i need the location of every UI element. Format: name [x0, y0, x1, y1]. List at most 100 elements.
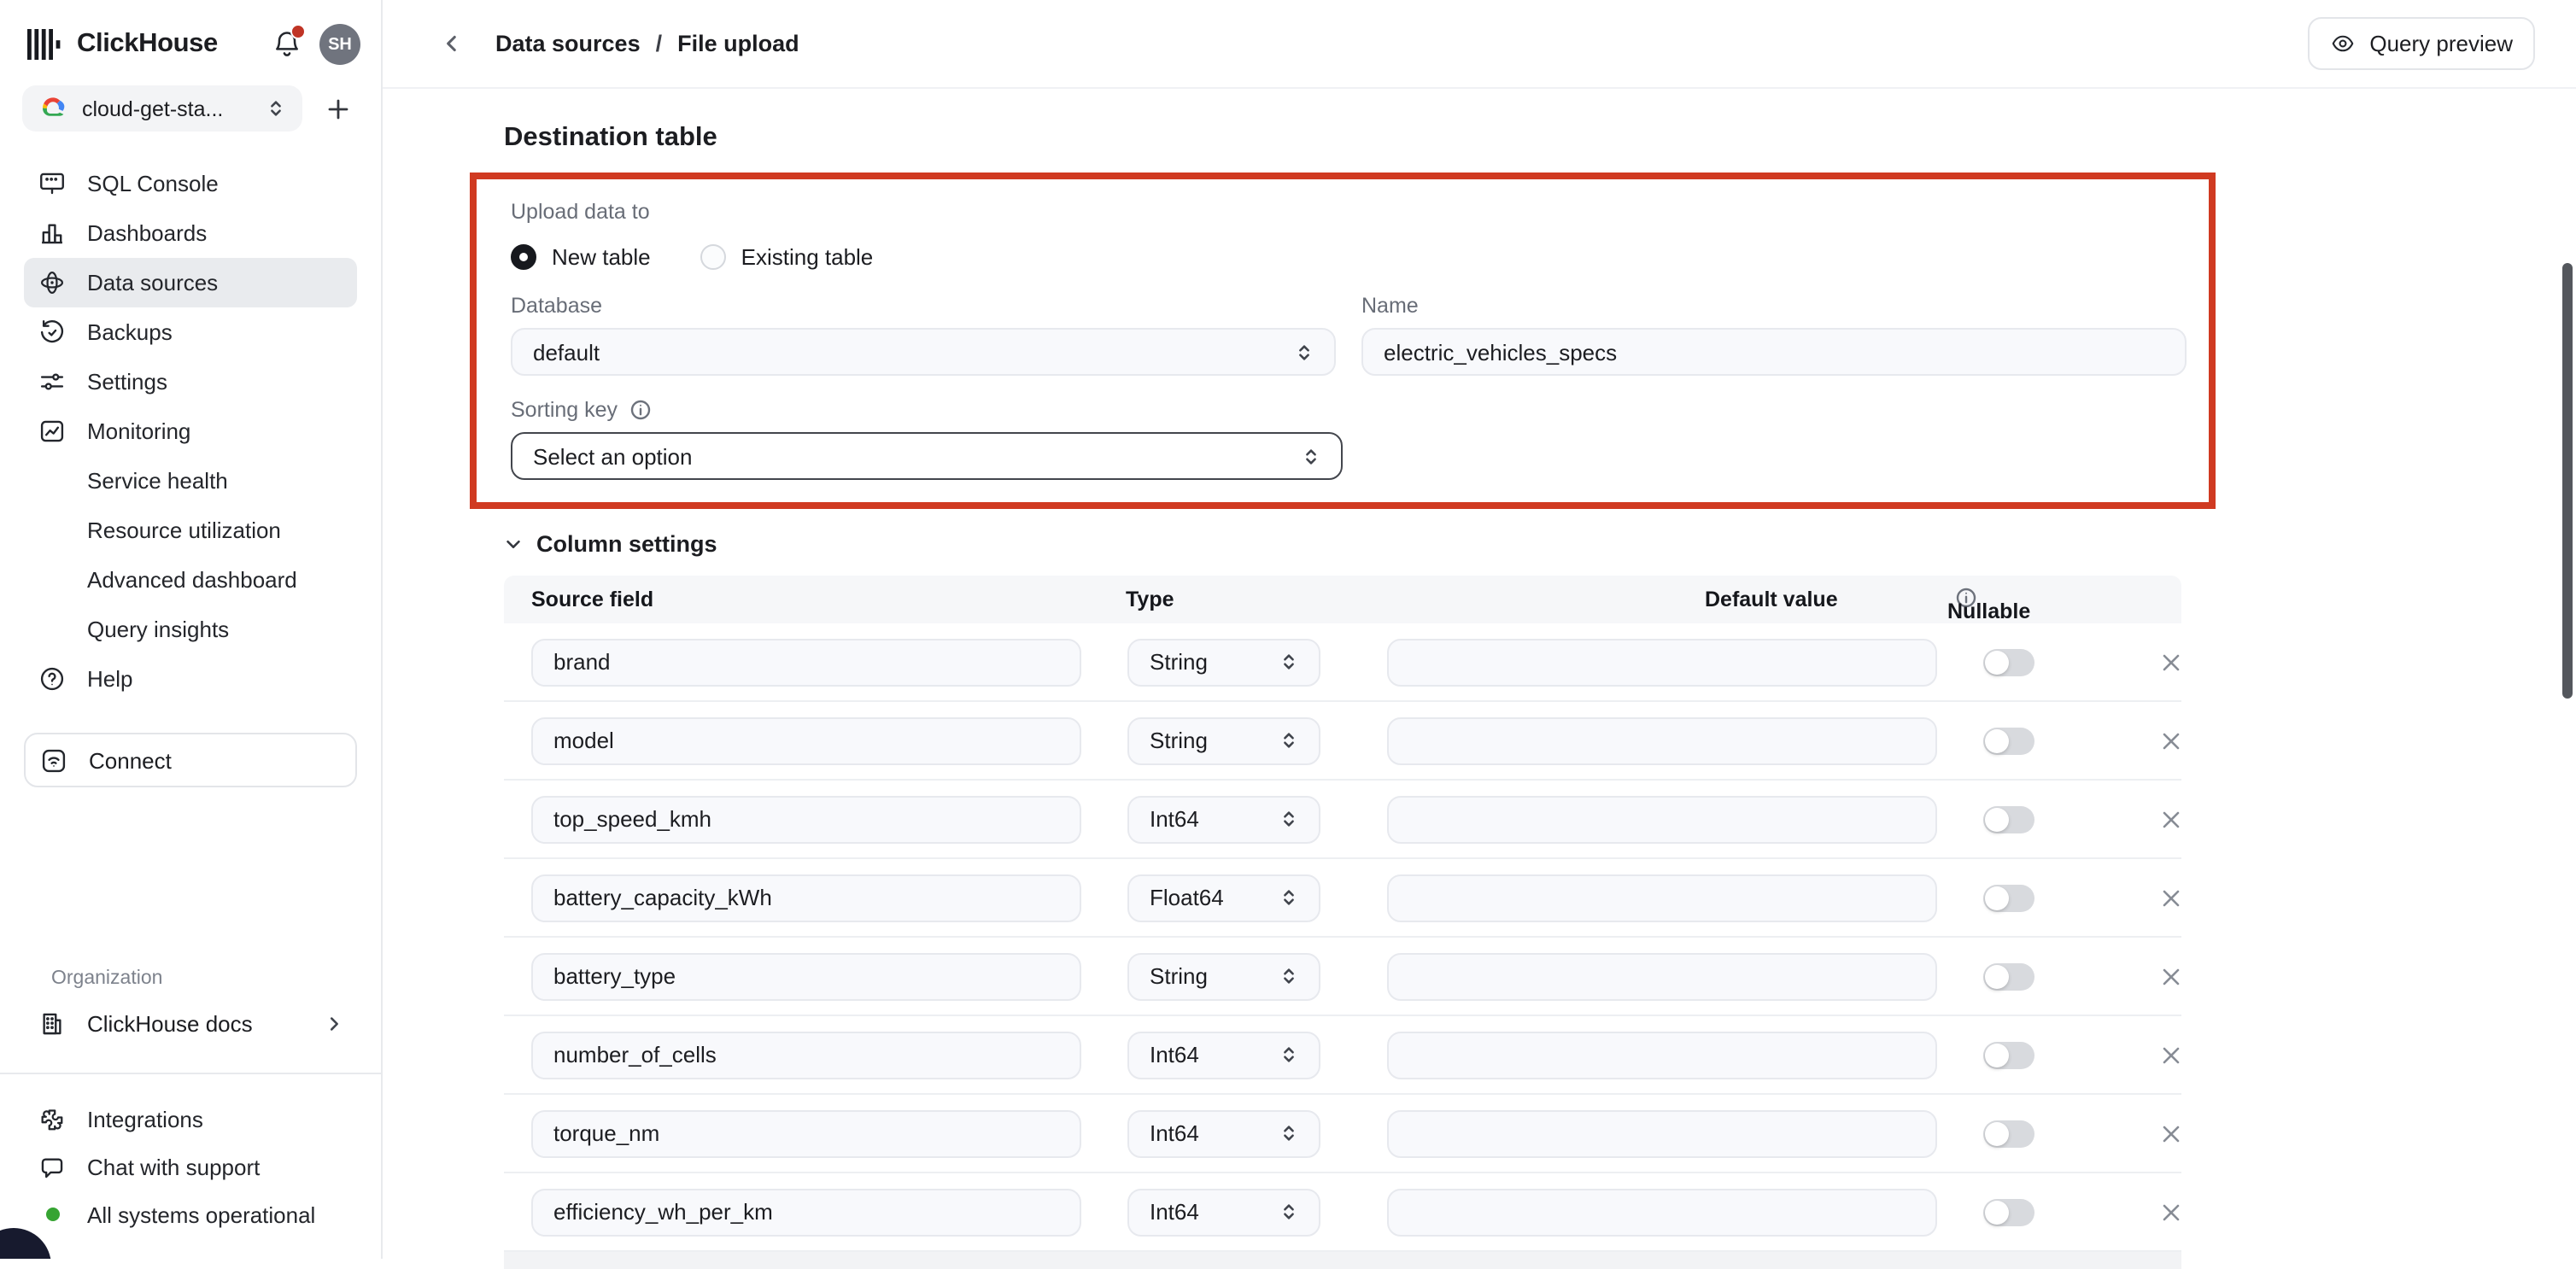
table-header-row: Source field Type Default value Nullable: [504, 576, 2181, 623]
remove-row-button[interactable]: [2161, 886, 2181, 909]
source-field-input[interactable]: [531, 1109, 1081, 1157]
source-field-input[interactable]: [531, 874, 1081, 921]
sorting-key-select[interactable]: Select an option: [511, 432, 1343, 480]
sidebar-item-data-sources[interactable]: Data sources: [24, 258, 357, 307]
sorting-key-value: Select an option: [533, 443, 692, 469]
remove-row-button[interactable]: [2161, 1043, 2181, 1067]
breadcrumb-data-sources[interactable]: Data sources: [495, 31, 641, 56]
top-bar: Data sources / File upload Query preview: [383, 0, 2576, 89]
workspace-selector[interactable]: cloud-get-sta...: [22, 85, 302, 132]
add-service-button[interactable]: [316, 86, 360, 131]
default-value-input[interactable]: [1387, 638, 1937, 686]
query-preview-button[interactable]: Query preview: [2308, 17, 2535, 70]
remove-row-button[interactable]: [2161, 1121, 2181, 1145]
sidebar-item-sql-console[interactable]: SQL Console: [24, 159, 357, 208]
remove-row-button[interactable]: [2161, 1200, 2181, 1224]
column-settings-toggle[interactable]: Column settings: [504, 531, 2576, 557]
back-chevron-icon[interactable]: [441, 32, 463, 55]
remove-row-button[interactable]: [2161, 964, 2181, 988]
type-select[interactable]: String: [1127, 716, 1320, 764]
brand-wordmark: ClickHouse: [77, 29, 218, 60]
nullable-toggle[interactable]: [1983, 727, 2034, 754]
sidebar-item-label: Chat with support: [87, 1154, 260, 1179]
sidebar-item-resource-utilization[interactable]: Resource utilization: [24, 506, 357, 555]
connect-button[interactable]: Connect: [24, 733, 357, 787]
sidebar-item-help[interactable]: Help: [24, 654, 357, 704]
column-settings-table: Source field Type Default value Nullable…: [504, 576, 2181, 1269]
breadcrumb-separator: /: [656, 31, 663, 56]
source-field-input[interactable]: [531, 1188, 1081, 1236]
avatar[interactable]: SH: [319, 24, 360, 65]
sidebar-item-query-insights[interactable]: Query insights: [24, 605, 357, 654]
upload-target-radio-group: New table Existing table: [511, 244, 2175, 270]
sidebar-item-backups[interactable]: Backups: [24, 307, 357, 357]
sidebar-item-settings[interactable]: Settings: [24, 357, 357, 406]
default-value-input[interactable]: [1387, 1031, 1937, 1079]
nullable-toggle[interactable]: [1983, 884, 2034, 911]
table-row: String: [504, 938, 2181, 1016]
toggle-knob: [1985, 1121, 2009, 1145]
table-name-input[interactable]: [1361, 328, 2187, 376]
remove-row-button[interactable]: [2161, 807, 2181, 831]
sidebar-item-label: Advanced dashboard: [87, 567, 297, 593]
type-select[interactable]: String: [1127, 952, 1320, 1000]
default-value-input[interactable]: [1387, 1109, 1937, 1157]
nullable-toggle[interactable]: [1983, 648, 2034, 675]
type-select[interactable]: Int64: [1127, 1031, 1320, 1079]
type-select[interactable]: Int64: [1127, 1109, 1320, 1157]
type-select[interactable]: Int64: [1127, 1188, 1320, 1236]
source-field-input[interactable]: [531, 795, 1081, 843]
database-select[interactable]: default: [511, 328, 1336, 376]
sidebar-item-dashboards[interactable]: Dashboards: [24, 208, 357, 258]
source-field-input[interactable]: [531, 952, 1081, 1000]
sorting-key-label: Sorting key: [511, 398, 618, 422]
default-value-input[interactable]: [1387, 952, 1937, 1000]
table-row: String: [504, 623, 2181, 702]
default-value-input[interactable]: [1387, 1188, 1937, 1236]
sidebar-item-label: All systems operational: [87, 1202, 315, 1227]
remove-row-button[interactable]: [2161, 650, 2181, 674]
sidebar-header: ClickHouse SH: [0, 0, 381, 65]
close-icon: [2161, 730, 2181, 751]
remove-row-button[interactable]: [2161, 728, 2181, 752]
sidebar-item-service-health[interactable]: Service health: [24, 456, 357, 506]
sidebar-item-monitoring[interactable]: Monitoring: [24, 406, 357, 456]
sidebar-item-system-status[interactable]: All systems operational: [24, 1190, 357, 1238]
radio-new-table[interactable]: [511, 244, 536, 270]
toggle-knob: [1985, 1043, 2009, 1067]
chevron-updown-icon: [1279, 888, 1298, 907]
vertical-scrollbar-thumb[interactable]: [2562, 263, 2573, 699]
destination-table-form: Upload data to New table Existing table …: [470, 173, 2216, 509]
column-header-source-field: Source field: [531, 588, 653, 611]
sidebar-item-integrations[interactable]: Integrations: [24, 1095, 357, 1143]
query-preview-label: Query preview: [2369, 31, 2513, 56]
radio-existing-table[interactable]: [700, 244, 726, 270]
default-value-input[interactable]: [1387, 716, 1937, 764]
sidebar-item-clickhouse-docs[interactable]: ClickHouse docs: [24, 999, 357, 1049]
nullable-toggle[interactable]: [1983, 1120, 2034, 1147]
workspace-name: cloud-get-sta...: [82, 96, 266, 120]
nullable-toggle[interactable]: [1983, 805, 2034, 833]
default-value-input[interactable]: [1387, 874, 1937, 921]
default-value-input[interactable]: [1387, 795, 1937, 843]
database-name-grid: Database default Name: [511, 294, 2175, 376]
sidebar-footer: Integrations Chat with support All syste…: [0, 1074, 381, 1259]
source-field-input[interactable]: [531, 716, 1081, 764]
source-field-input[interactable]: [531, 1031, 1081, 1079]
source-field-input[interactable]: [531, 638, 1081, 686]
chevron-updown-icon: [1279, 731, 1298, 750]
sidebar-item-chat-with-support[interactable]: Chat with support: [24, 1143, 357, 1190]
sidebar-item-label: SQL Console: [87, 171, 219, 196]
nullable-toggle[interactable]: [1983, 1041, 2034, 1068]
notification-dot: [290, 24, 306, 39]
nullable-toggle[interactable]: [1983, 962, 2034, 990]
monitoring-icon: [38, 417, 67, 446]
sidebar-item-advanced-dashboard[interactable]: Advanced dashboard: [24, 555, 357, 605]
type-select[interactable]: Int64: [1127, 795, 1320, 843]
puzzle-icon: [38, 1104, 67, 1133]
type-select[interactable]: Float64: [1127, 874, 1320, 921]
notifications-button[interactable]: [272, 29, 302, 60]
nullable-toggle[interactable]: [1983, 1198, 2034, 1225]
sidebar-item-label: Query insights: [87, 617, 229, 642]
type-select[interactable]: String: [1127, 638, 1320, 686]
